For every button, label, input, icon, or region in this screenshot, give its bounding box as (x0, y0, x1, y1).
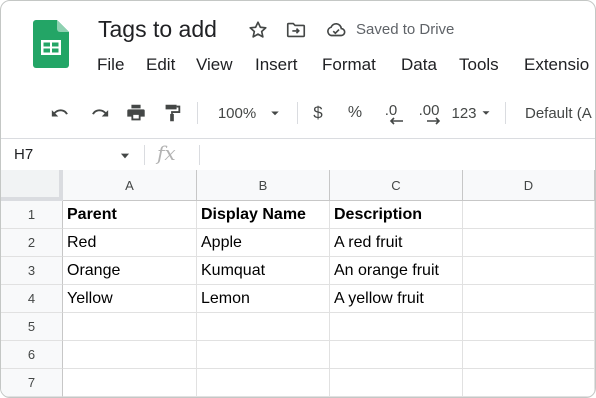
cell-d5[interactable] (463, 313, 595, 341)
currency-format-button[interactable]: $ (307, 89, 329, 137)
column-header-c[interactable]: C (330, 170, 463, 201)
menu-tools[interactable]: Tools (459, 55, 499, 75)
cell-d3[interactable] (463, 257, 595, 285)
toolbar-divider (297, 102, 298, 124)
print-button[interactable] (122, 89, 150, 137)
cell-a6[interactable] (63, 341, 197, 369)
menu-file[interactable]: File (97, 55, 124, 75)
menu-data[interactable]: Data (401, 55, 437, 75)
spreadsheet-grid: A B C D 1 2 3 4 5 6 7 Parent Display Nam… (1, 170, 595, 397)
row-header-4[interactable]: 4 (1, 285, 63, 313)
zoom-select[interactable]: 100% (213, 89, 289, 137)
percent-format-button[interactable]: % (343, 89, 367, 137)
undo-button[interactable] (47, 89, 75, 137)
more-formats-button[interactable]: 123 (449, 89, 495, 137)
column-header-a[interactable]: A (63, 170, 197, 201)
increase-decimal-button[interactable]: .00 (414, 89, 444, 137)
cell-c1[interactable]: Description (330, 201, 463, 229)
chevron-down-icon (482, 111, 490, 115)
chevron-down-icon (271, 111, 279, 116)
cell-c5[interactable] (330, 313, 463, 341)
paint-format-icon (165, 104, 181, 122)
paint-format-button[interactable] (158, 89, 186, 137)
cell-a4[interactable]: Yellow (63, 285, 197, 313)
row-header-5[interactable]: 5 (1, 313, 63, 341)
zoom-value: 100% (217, 104, 257, 122)
column-header-d[interactable]: D (463, 170, 595, 201)
cell-d2[interactable] (463, 229, 595, 257)
cell-b3[interactable]: Kumquat (197, 257, 330, 285)
formula-input[interactable] (207, 146, 587, 164)
fx-icon: fx (157, 141, 176, 165)
cell-a5[interactable] (63, 313, 197, 341)
cell-a1[interactable]: Parent (63, 201, 197, 229)
row-header-1[interactable]: 1 (1, 201, 63, 229)
move-folder-icon[interactable] (285, 19, 307, 41)
sheets-logo-icon[interactable] (33, 20, 69, 68)
cell-d4[interactable] (463, 285, 595, 313)
redo-button[interactable] (85, 89, 113, 137)
formula-divider (144, 145, 145, 165)
cell-d7[interactable] (463, 369, 595, 397)
cloud-done-icon[interactable] (325, 19, 347, 41)
document-title[interactable]: Tags to add (98, 16, 217, 43)
toolbar: 100% $ % .0 .00 123 Default (A (1, 89, 595, 137)
font-family-select[interactable]: Default (A (519, 89, 595, 137)
cell-b4[interactable]: Lemon (197, 285, 330, 313)
cell-c3[interactable]: An orange fruit (330, 257, 463, 285)
cell-b5[interactable] (197, 313, 330, 341)
star-icon[interactable] (247, 19, 269, 41)
cell-b2[interactable]: Apple (197, 229, 330, 257)
row-header-2[interactable]: 2 (1, 229, 63, 257)
menu-format[interactable]: Format (322, 55, 376, 75)
cell-c4[interactable]: A yellow fruit (330, 285, 463, 313)
menu-extensions[interactable]: Extensio (524, 55, 589, 75)
cell-b7[interactable] (197, 369, 330, 397)
cell-d1[interactable] (463, 201, 595, 229)
arrow-right-icon (427, 117, 441, 125)
save-status: Saved to Drive (356, 21, 455, 38)
decrease-decimal-button[interactable]: .0 (378, 89, 404, 137)
cell-c2[interactable]: A red fruit (330, 229, 463, 257)
name-box-dropdown-icon[interactable] (118, 149, 132, 163)
menu-view[interactable]: View (196, 55, 233, 75)
undo-icon (51, 109, 68, 117)
cell-c6[interactable] (330, 341, 463, 369)
arrow-left-icon (389, 117, 403, 125)
row-header-7[interactable]: 7 (1, 369, 63, 397)
cell-b1[interactable]: Display Name (197, 201, 330, 229)
cell-a7[interactable] (63, 369, 197, 397)
name-box[interactable]: H7 (14, 146, 33, 163)
cell-c7[interactable] (330, 369, 463, 397)
menu-edit[interactable]: Edit (146, 55, 175, 75)
cell-a3[interactable]: Orange (63, 257, 197, 285)
print-icon (127, 104, 145, 121)
column-header-b[interactable]: B (197, 170, 330, 201)
select-all-corner[interactable] (1, 170, 63, 201)
toolbar-divider (197, 102, 198, 124)
row-header-6[interactable]: 6 (1, 341, 63, 369)
toolbar-divider (505, 102, 506, 124)
redo-icon (92, 109, 109, 117)
formula-bar: H7 fx (1, 138, 595, 171)
formula-divider (199, 145, 200, 165)
row-header-3[interactable]: 3 (1, 257, 63, 285)
menu-insert[interactable]: Insert (255, 55, 298, 75)
cell-d6[interactable] (463, 341, 595, 369)
cell-a2[interactable]: Red (63, 229, 197, 257)
app-window: Tags to add Saved to Drive File Edit Vie… (0, 0, 596, 398)
cell-b6[interactable] (197, 341, 330, 369)
